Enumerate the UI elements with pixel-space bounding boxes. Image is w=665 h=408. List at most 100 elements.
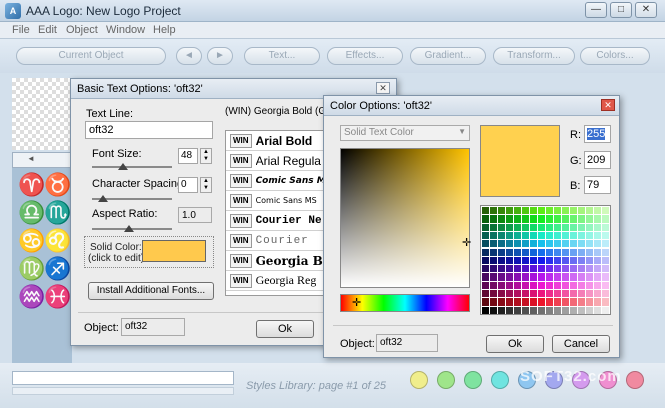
palette-cell[interactable] (538, 306, 545, 314)
palette-cell[interactable] (490, 265, 497, 273)
palette-cell[interactable] (562, 306, 569, 314)
style-swatch[interactable] (410, 371, 428, 389)
palette-cell[interactable] (482, 248, 489, 256)
maximize-button[interactable]: □ (610, 2, 632, 18)
text-dialog-close-icon[interactable]: ✕ (376, 82, 390, 94)
palette-cell[interactable] (578, 290, 585, 298)
color-cancel-button[interactable]: Cancel (552, 335, 610, 353)
palette-cell[interactable] (602, 290, 609, 298)
palette-cell[interactable] (554, 223, 561, 231)
palette-cell[interactable] (586, 248, 593, 256)
palette-cell[interactable] (578, 306, 585, 314)
palette-cell[interactable] (562, 248, 569, 256)
palette-cell[interactable] (538, 207, 545, 215)
palette-cell[interactable] (602, 265, 609, 273)
palette-cell[interactable] (602, 298, 609, 306)
palette-cell[interactable] (506, 240, 513, 248)
font-list-item[interactable]: WIN Courier (226, 231, 324, 251)
palette-cell[interactable] (498, 298, 505, 306)
palette-cell[interactable] (498, 265, 505, 273)
palette-cell[interactable] (498, 231, 505, 240)
palette-cell[interactable] (506, 265, 513, 273)
palette-cell[interactable] (546, 215, 553, 223)
palette-cell[interactable] (570, 290, 577, 298)
palette-cell[interactable] (482, 207, 489, 215)
palette-cell[interactable] (594, 248, 601, 256)
font-list-item[interactable]: WIN Comic Sans MS (226, 191, 324, 211)
palette-cell[interactable] (522, 248, 529, 256)
cancer-symbol-icon[interactable]: ♋ (18, 228, 45, 254)
palette-cell[interactable] (490, 240, 497, 248)
palette-cell[interactable] (482, 240, 489, 248)
palette-cell[interactable] (522, 207, 529, 215)
palette-cell[interactable] (498, 281, 505, 289)
palette-cell[interactable] (546, 281, 553, 289)
palette-cell[interactable] (594, 273, 601, 281)
palette-cell[interactable] (482, 256, 489, 265)
palette-cell[interactable] (578, 207, 585, 215)
palette-cell[interactable] (530, 240, 537, 248)
palette-cell[interactable] (570, 223, 577, 231)
palette-cell[interactable] (586, 273, 593, 281)
palette-cell[interactable] (522, 223, 529, 231)
palette-cell[interactable] (482, 265, 489, 273)
palette-cell[interactable] (506, 223, 513, 231)
palette-cell[interactable] (538, 281, 545, 289)
palette-cell[interactable] (498, 207, 505, 215)
palette-cell[interactable] (530, 223, 537, 231)
blue-input[interactable]: 79 (584, 176, 611, 194)
palette-cell[interactable] (562, 265, 569, 273)
libra-symbol-icon[interactable]: ♎ (18, 200, 45, 226)
symbol-scroll[interactable]: ◄ (12, 152, 72, 168)
palette-cell[interactable] (530, 231, 537, 240)
palette-cell[interactable] (578, 256, 585, 265)
palette-cell[interactable] (506, 256, 513, 265)
next-object-button[interactable]: ► (207, 47, 233, 65)
palette-cell[interactable] (562, 298, 569, 306)
palette-cell[interactable] (538, 240, 545, 248)
palette-cell[interactable] (514, 290, 521, 298)
transform-button[interactable]: Transform... (493, 47, 575, 65)
character-spacing-spinner[interactable]: ▲ ▼ (200, 177, 212, 193)
palette-cell[interactable] (514, 306, 521, 314)
style-swatch[interactable] (626, 371, 644, 389)
palette-cell[interactable] (490, 290, 497, 298)
scorpio-symbol-icon[interactable]: ♏ (44, 200, 71, 226)
palette-cell[interactable] (522, 256, 529, 265)
palette-cell[interactable] (530, 207, 537, 215)
palette-cell[interactable] (514, 248, 521, 256)
styles-scrollbar[interactable] (12, 387, 234, 395)
font-list-item[interactable]: WIN Georgia Reg (226, 271, 324, 291)
palette-cell[interactable] (554, 281, 561, 289)
palette-cell[interactable] (602, 207, 609, 215)
styles-search-field[interactable] (12, 371, 234, 385)
palette-cell[interactable] (570, 248, 577, 256)
color-spectrum-picker[interactable] (340, 148, 470, 288)
palette-cell[interactable] (554, 298, 561, 306)
menu-window[interactable]: Window (106, 24, 145, 36)
palette-cell[interactable] (554, 215, 561, 223)
palette-cell[interactable] (546, 223, 553, 231)
palette-cell[interactable] (594, 215, 601, 223)
style-swatch[interactable] (491, 371, 509, 389)
font-list-item[interactable]: WIN Courier Ne (226, 211, 324, 231)
minimize-button[interactable]: — (585, 2, 607, 18)
palette-cell[interactable] (562, 273, 569, 281)
palette-cell[interactable] (546, 240, 553, 248)
palette-cell[interactable] (482, 281, 489, 289)
palette-cell[interactable] (530, 265, 537, 273)
palette-cell[interactable] (538, 215, 545, 223)
color-dialog-close-icon[interactable]: ✕ (601, 99, 615, 111)
palette-cell[interactable] (586, 240, 593, 248)
palette-cell[interactable] (498, 223, 505, 231)
palette-cell[interactable] (530, 281, 537, 289)
palette-cell[interactable] (602, 215, 609, 223)
palette-cell[interactable] (490, 207, 497, 215)
palette-cell[interactable] (594, 256, 601, 265)
palette-cell[interactable] (498, 273, 505, 281)
palette-cell[interactable] (570, 298, 577, 306)
palette-cell[interactable] (570, 265, 577, 273)
aspect-ratio-value[interactable]: 1.0 (178, 207, 212, 223)
palette-cell[interactable] (530, 248, 537, 256)
palette-cell[interactable] (554, 207, 561, 215)
